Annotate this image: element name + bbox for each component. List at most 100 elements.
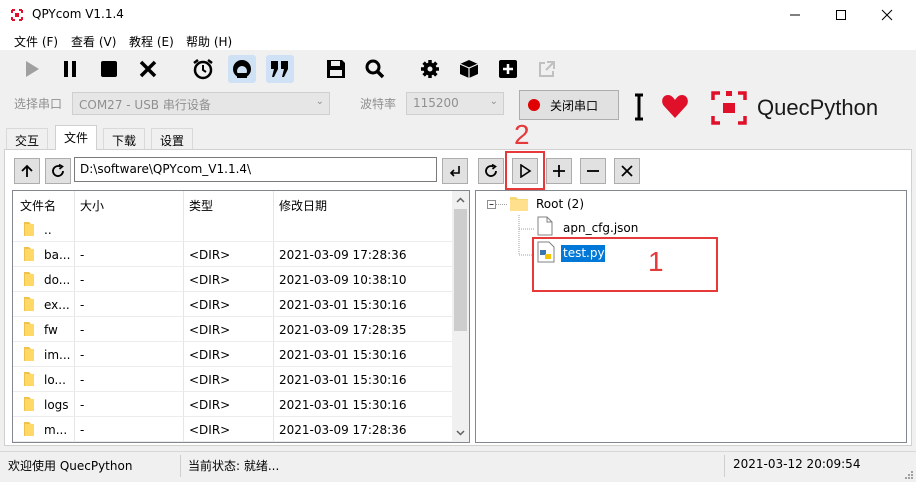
search-button[interactable] — [361, 55, 389, 83]
folder-icon — [24, 222, 34, 236]
path-value: D:\software\QPYcom_V1.1.4\ — [80, 162, 252, 176]
arrow-up-icon — [21, 164, 33, 177]
file-icon — [537, 216, 553, 236]
close-port-label: 关闭串口 — [550, 98, 599, 113]
local-file-list[interactable]: 文件名 大小 类型 修改日期 .. ba... - <DIR> 2021-03-09 1… — [12, 190, 470, 443]
port-select-value: COM27 - USB 串行设备 — [79, 98, 211, 112]
table-row[interactable]: .. — [13, 217, 453, 242]
enter-icon — [449, 166, 460, 177]
timer-button[interactable] — [189, 55, 217, 83]
alarm-clock-icon — [193, 59, 213, 80]
file-date: 2021-03-09 17:28:35 — [279, 323, 407, 337]
table-row[interactable]: fw - <DIR> 2021-03-09 17:28:35 — [13, 317, 453, 342]
gear-icon — [421, 60, 439, 78]
baud-select-value: 115200 — [413, 96, 459, 110]
settings-button[interactable] — [416, 55, 444, 83]
quecpython-logo-icon — [711, 91, 747, 125]
file-size: - — [80, 298, 85, 312]
open-external-button[interactable] — [533, 55, 561, 83]
tab-files[interactable]: 文件 — [55, 125, 98, 150]
tree-file-apn-cfg[interactable]: apn_cfg.json — [563, 221, 638, 235]
maximize-button[interactable] — [818, 0, 864, 30]
table-row[interactable]: im... - <DIR> 2021-03-01 15:30:16 — [13, 342, 453, 367]
port-label: 选择串口 — [14, 97, 63, 111]
tab-settings[interactable]: 设置 — [151, 128, 194, 149]
status-dot-icon — [528, 99, 540, 111]
pause-button[interactable] — [56, 55, 84, 83]
delete-file-button[interactable] — [614, 158, 640, 184]
chevron-down-icon: ⌄ — [315, 96, 324, 107]
annotation-box-1 — [532, 237, 718, 292]
file-date: 2021-03-01 15:30:16 — [279, 398, 407, 412]
table-row[interactable]: do... - <DIR> 2021-03-09 10:38:10 — [13, 267, 453, 292]
go-up-button[interactable] — [14, 158, 40, 184]
table-row[interactable]: lo... - <DIR> 2021-03-01 15:30:16 — [13, 367, 453, 392]
file-type: <DIR> — [189, 273, 231, 287]
external-link-icon — [539, 61, 555, 77]
refresh-device-button[interactable] — [478, 158, 504, 184]
column-header-name[interactable]: 文件名 — [20, 197, 56, 214]
port-select[interactable]: COM27 - USB 串行设备 ⌄ — [72, 92, 330, 115]
cube-icon — [459, 60, 479, 78]
gauge-button[interactable] — [228, 55, 256, 83]
clear-button[interactable] — [134, 55, 162, 83]
remove-file-button[interactable] — [580, 158, 606, 184]
maximize-icon — [836, 10, 846, 20]
file-size: - — [80, 373, 85, 387]
refresh-local-button[interactable] — [45, 158, 71, 184]
title-bar: QPYcom V1.1.4 — [0, 0, 916, 30]
file-type: <DIR> — [189, 423, 231, 437]
folder-icon — [24, 272, 34, 286]
play-icon — [26, 61, 39, 77]
scroll-thumb[interactable] — [454, 209, 467, 331]
pause-icon — [64, 61, 76, 77]
heart-icon[interactable] — [661, 94, 689, 119]
close-window-button[interactable] — [864, 0, 910, 30]
close-icon — [621, 165, 633, 177]
file-type: <DIR> — [189, 323, 231, 337]
menu-help[interactable]: 帮助 (H) — [186, 33, 232, 50]
save-icon — [327, 60, 345, 78]
tab-download[interactable]: 下载 — [103, 128, 146, 149]
refresh-icon — [52, 164, 64, 177]
menu-file[interactable]: 文件 (F) — [14, 33, 58, 50]
baud-select[interactable]: 115200 ⌄ — [406, 92, 504, 115]
resize-grip-icon[interactable] — [904, 470, 914, 480]
status-state: 当前状态: 就绪... — [188, 459, 280, 473]
save-button[interactable] — [322, 55, 350, 83]
file-name: m... — [44, 423, 68, 437]
menu-view[interactable]: 查看 (V) — [71, 33, 116, 50]
tree-root-label[interactable]: Root (2) — [536, 197, 584, 211]
enter-path-button[interactable] — [442, 158, 468, 184]
vertical-scrollbar[interactable] — [452, 191, 469, 442]
minus-icon — [587, 170, 599, 172]
run-button[interactable] — [18, 55, 46, 83]
minimize-button[interactable] — [772, 0, 818, 30]
add-file-button[interactable] — [546, 158, 572, 184]
tab-interactive[interactable]: 交互 — [6, 128, 49, 149]
menu-tutorial[interactable]: 教程 (E) — [129, 33, 174, 50]
file-date: 2021-03-01 15:30:16 — [279, 298, 407, 312]
chevron-up-icon[interactable] — [452, 193, 469, 207]
table-row[interactable]: ba... - <DIR> 2021-03-09 17:28:36 — [13, 242, 453, 267]
table-row[interactable]: logs - <DIR> 2021-03-01 15:30:16 — [13, 392, 453, 417]
column-header-date[interactable]: 修改日期 — [279, 197, 327, 214]
path-input[interactable]: D:\software\QPYcom_V1.1.4\ — [74, 157, 437, 182]
file-type: <DIR> — [189, 298, 231, 312]
folder-icon — [24, 422, 34, 436]
column-header-type[interactable]: 类型 — [189, 197, 213, 214]
table-row[interactable]: ex... - <DIR> 2021-03-01 15:30:16 — [13, 292, 453, 317]
stop-button[interactable] — [95, 55, 123, 83]
chevron-down-icon[interactable] — [452, 426, 469, 440]
package-button[interactable] — [455, 55, 483, 83]
stop-icon — [101, 61, 117, 77]
close-port-button[interactable]: 关闭串口 — [519, 90, 619, 120]
column-header-size[interactable]: 大小 — [80, 197, 104, 214]
table-row[interactable]: m... - <DIR> 2021-03-09 17:28:36 — [13, 417, 453, 442]
quote-button[interactable] — [266, 55, 294, 83]
file-name: fw — [44, 323, 58, 337]
folder-icon — [510, 197, 528, 211]
add-button[interactable] — [494, 55, 522, 83]
folder-icon — [24, 322, 34, 336]
brand-name: QuecPython — [757, 95, 879, 120]
